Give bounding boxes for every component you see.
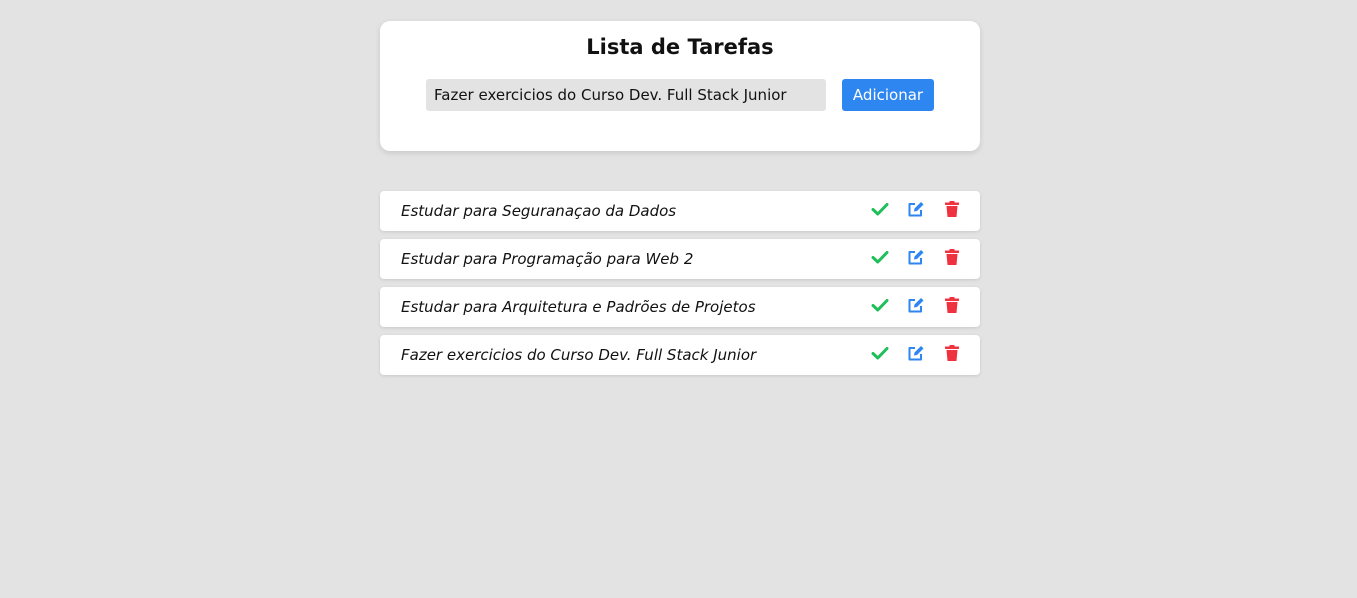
add-task-button[interactable]: Adicionar	[842, 79, 934, 111]
task-text: Fazer exercicios do Curso Dev. Full Stac…	[401, 346, 757, 364]
task-item: Fazer exercicios do Curso Dev. Full Stac…	[380, 335, 980, 375]
edit-icon[interactable]	[907, 296, 925, 314]
trash-icon[interactable]	[943, 344, 961, 362]
trash-icon[interactable]	[943, 296, 961, 314]
task-list: Estudar para Seguranaçao da Dados Estuda…	[380, 191, 980, 383]
check-icon[interactable]	[871, 296, 889, 314]
check-icon[interactable]	[871, 200, 889, 218]
page-title: Lista de Tarefas	[586, 35, 774, 59]
task-item: Estudar para Arquitetura e Padrões de Pr…	[380, 287, 980, 327]
task-text: Estudar para Programação para Web 2	[401, 250, 694, 268]
task-input[interactable]	[426, 79, 826, 111]
trash-icon[interactable]	[943, 200, 961, 218]
edit-icon[interactable]	[907, 248, 925, 266]
task-item: Estudar para Seguranaçao da Dados	[380, 191, 980, 231]
edit-icon[interactable]	[907, 200, 925, 218]
task-text: Estudar para Arquitetura e Padrões de Pr…	[401, 298, 756, 316]
task-text: Estudar para Seguranaçao da Dados	[401, 202, 677, 220]
edit-icon[interactable]	[907, 344, 925, 362]
task-item: Estudar para Programação para Web 2	[380, 239, 980, 279]
task-form-card: Lista de Tarefas Adicionar	[380, 21, 980, 151]
check-icon[interactable]	[871, 248, 889, 266]
trash-icon[interactable]	[943, 248, 961, 266]
check-icon[interactable]	[871, 344, 889, 362]
